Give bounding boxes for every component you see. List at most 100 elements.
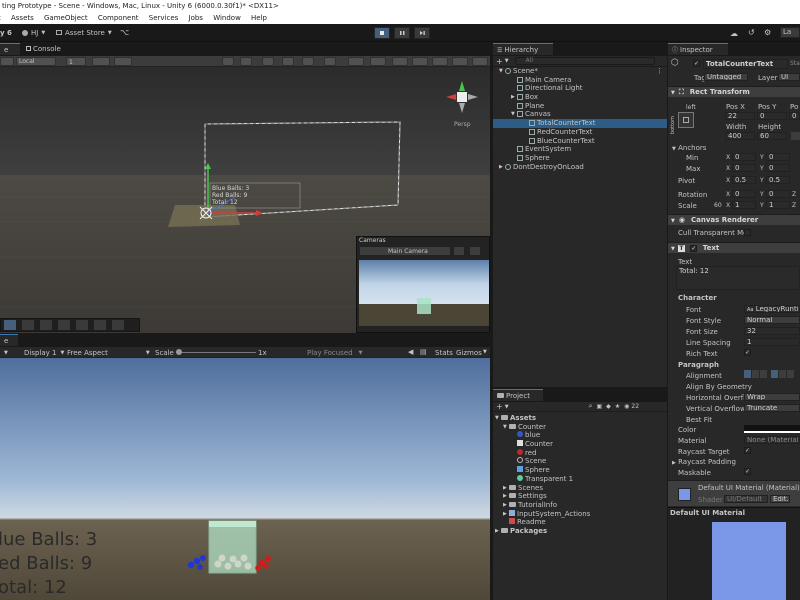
min-y-field[interactable]: 0 [766,153,790,161]
align-center-button[interactable] [752,370,759,378]
tab-inspector[interactable]: ⓘ Inspector [668,43,728,55]
align-middle-button[interactable] [779,370,786,378]
menu-item-help[interactable]: Help [251,14,267,22]
anchors-foldout[interactable]: ▼ Anchors [672,144,706,152]
project-item-scenes[interactable]: ▶ Scenes [493,484,667,493]
gizmos-button[interactable]: Gizmos [456,349,482,357]
menu-item-window[interactable]: Window [213,14,241,22]
text-component-header[interactable]: ▼ T ✓ Text [668,242,800,253]
hierarchy-item-main-camera[interactable]: Main Camera [493,76,667,85]
project-item-counter-script[interactable]: Counter [493,440,667,449]
display-dropdown[interactable]: Display 1 ▼ [24,347,64,358]
game-mode-dropdown[interactable]: ▼ [4,348,8,357]
version-control-icon[interactable]: ⌥ [120,28,129,37]
cloud-icon[interactable]: ☁ [730,29,738,38]
visibility-toggle[interactable] [412,57,428,66]
menu-item-assets[interactable]: Assets [11,14,34,22]
grid-snap-button[interactable] [92,57,110,66]
height-field[interactable]: 60 [757,132,787,140]
mute-audio-icon[interactable]: ◀ [408,348,413,356]
lighting-toggle[interactable] [348,57,364,66]
rot-x-field[interactable]: 0 [732,190,756,198]
hierarchy-search-input[interactable]: All [514,57,655,65]
align-right-button[interactable] [760,370,767,378]
scale-x-field[interactable]: 1 [732,201,756,209]
account-dropdown[interactable]: HJ ▼ [22,27,45,38]
rotate-tool-icon[interactable] [40,320,52,330]
gizmos-dropdown[interactable] [452,57,468,66]
wireframe-button[interactable] [262,57,274,66]
project-item-input-system-actions[interactable]: ▶ InputSystem_Actions [493,509,667,519]
filter-type-icon[interactable]: ▣ [596,403,602,410]
rect-transform-header[interactable]: ▼ ⛶ Rect Transform [668,86,800,97]
hierarchy-item-directional-light[interactable]: Directional Light [493,84,667,93]
layout-dropdown[interactable]: La [780,27,800,38]
horiz-overflow-dropdown[interactable]: Wrap [744,393,800,401]
pivot-y-field[interactable]: 0.5 [766,176,790,184]
add-icon[interactable]: + [496,402,503,411]
shader-edit-button[interactable]: Edit... [770,495,790,503]
raycast-padding-foldout[interactable]: ▶ Raycast Padding [672,458,736,466]
lit-button[interactable] [302,57,314,66]
hierarchy-item-blue-counter-text[interactable]: BlueCounterText [493,137,667,146]
project-item-transparent[interactable]: Transparent 1 [493,474,667,484]
camera-select-dropdown[interactable]: Main Camera [359,246,451,256]
font-field[interactable]: Aa LegacyRuntime [744,305,800,313]
project-item-blue[interactable]: blue [493,431,667,440]
camera-info-button[interactable] [453,246,465,256]
project-item-readme[interactable]: Readme [493,518,667,527]
snap-increment-field[interactable]: 1 [66,57,86,66]
menu-item-gameobject[interactable]: GameObject [44,14,88,22]
font-style-dropdown[interactable]: Normal [744,316,800,324]
scale-slider[interactable] [176,352,256,353]
pivot-dropdown[interactable] [0,57,14,66]
tag-dropdown[interactable]: Untagged [704,73,748,81]
object-name-field[interactable]: TotalCounterText [703,59,788,69]
favorite-icon[interactable]: ★ [615,403,620,410]
gear-icon[interactable]: ⚙ [764,28,771,37]
anchor-presets-button[interactable] [678,112,694,128]
add-icon[interactable]: + [496,57,503,66]
chevron-down-icon[interactable]: ▼ [505,404,509,410]
tab-project[interactable]: Project [493,389,543,401]
hierarchy-item-red-counter-text[interactable]: RedCounterText [493,128,667,137]
vert-overflow-dropdown[interactable]: Truncate [744,404,800,412]
hierarchy-item-box[interactable]: ▶ Box [493,93,667,102]
persp-label[interactable]: Persp [454,121,471,128]
play-button[interactable] [374,27,390,39]
maskable-checkbox[interactable]: ✓ [744,468,751,475]
chevron-down-icon[interactable]: ▼ [505,58,509,64]
max-y-field[interactable]: 0 [766,164,790,172]
align-bottom-button[interactable] [787,370,794,378]
shaded-button[interactable] [282,57,294,66]
static-toggle-label[interactable]: Sta [790,60,800,67]
hierarchy-item-scene[interactable]: ▼ Scene* ⋮ [493,67,667,76]
more-options-icon[interactable]: ⋮ [656,67,663,76]
view-tool-icon[interactable] [4,320,16,330]
min-x-field[interactable]: 0 [732,153,756,161]
scene-viewport[interactable]: Blue Balls: 3 Red Balls: 9 Total: 12 Per… [0,67,490,333]
2d-toggle-button[interactable] [324,57,336,66]
shortcuts-icon[interactable]: ▤ [420,348,427,356]
material-field[interactable]: None (Material) [744,436,800,444]
cull-transparent-checkbox[interactable] [744,229,751,236]
blueprint-mode-button[interactable] [791,132,800,140]
project-item-packages[interactable]: ▶ Packages [493,527,667,536]
rect-tool-icon[interactable] [76,320,88,330]
search-icon[interactable]: ⌕ [589,402,593,411]
width-field[interactable]: 400 [725,132,755,140]
shader-dropdown[interactable]: UI/Default [724,495,768,503]
font-size-field[interactable]: 32 [744,327,800,335]
pause-button[interactable] [394,27,410,39]
effects-toggle[interactable] [392,57,408,66]
project-item-assets[interactable]: ▼ Assets [493,414,667,423]
tab-scene[interactable]: e [0,43,20,55]
tab-game[interactable]: e [0,334,18,346]
pivot-x-field[interactable]: 0.5 [732,176,756,184]
scale-tool-icon[interactable] [58,320,70,330]
text-enabled-checkbox[interactable]: ✓ [690,245,698,252]
transform-tool-icon[interactable] [94,320,106,330]
filter-label-icon[interactable]: ◆ [606,403,611,410]
project-item-settings[interactable]: ▶ Settings [493,492,667,501]
menu-item-edit[interactable]: t [0,14,1,22]
